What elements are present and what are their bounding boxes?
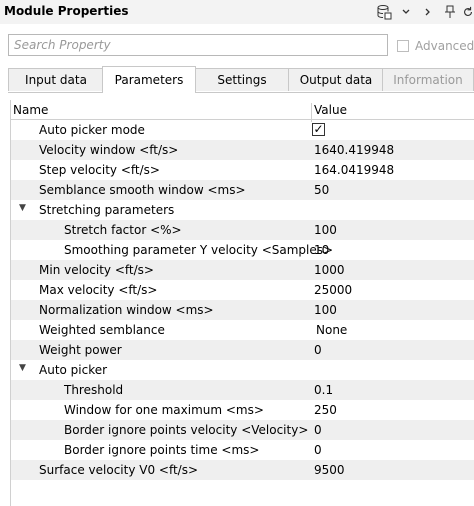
property-group-stretching-parameters[interactable]: ▼ Stretching parameters: [11, 200, 474, 220]
title-bar: Module Properties: [0, 0, 474, 24]
database-icon[interactable]: [374, 2, 394, 22]
property-value[interactable]: 25000: [314, 283, 352, 297]
property-name: Weighted semblance: [39, 323, 165, 337]
property-row[interactable]: Threshold 0.1: [11, 380, 474, 400]
property-row[interactable]: Smoothing parameter Y velocity <Samples>…: [11, 240, 474, 260]
property-row[interactable]: Border ignore points time <ms> 0: [11, 440, 474, 460]
property-row[interactable]: Weighted semblance None: [11, 320, 474, 340]
search-input[interactable]: [9, 35, 387, 55]
property-grid: Name Value Auto picker mode ✓ Velocity w…: [10, 100, 474, 506]
chevron-right-icon[interactable]: [418, 2, 438, 22]
property-value[interactable]: 0: [314, 343, 322, 357]
property-row[interactable]: Surface velocity V0 <ft/s> 9500: [11, 460, 474, 480]
property-name: Smoothing parameter Y velocity <Samples>: [64, 243, 334, 257]
chevron-down-icon[interactable]: [396, 2, 416, 22]
property-value[interactable]: 0: [314, 443, 322, 457]
title-toolbar: [372, 2, 474, 22]
tab-information: Information: [382, 68, 474, 91]
property-name: Semblance smooth window <ms>: [39, 183, 246, 197]
advanced-label: Advanced: [415, 39, 474, 53]
property-row-auto-picker-mode[interactable]: Auto picker mode ✓: [11, 120, 474, 140]
auto-picker-mode-checkbox[interactable]: ✓: [312, 123, 325, 136]
property-row[interactable]: Velocity window <ft/s> 1640.419948: [11, 140, 474, 160]
property-row[interactable]: Border ignore points velocity <Velocity>…: [11, 420, 474, 440]
property-name: Threshold: [64, 383, 124, 397]
property-row[interactable]: Window for one maximum <ms> 250: [11, 400, 474, 420]
property-name: Border ignore points time <ms>: [64, 443, 260, 457]
tab-settings[interactable]: Settings: [194, 68, 290, 91]
property-value[interactable]: 0: [314, 423, 322, 437]
property-name: Step velocity <ft/s>: [39, 163, 160, 177]
property-name: Weight power: [39, 343, 122, 357]
property-value[interactable]: 50: [314, 183, 329, 197]
advanced-checkbox[interactable]: [397, 40, 409, 52]
property-value[interactable]: 164.0419948: [314, 163, 394, 177]
property-value[interactable]: 1640.419948: [314, 143, 394, 157]
group-name: Stretching parameters: [39, 203, 175, 217]
property-row[interactable]: Stretch factor <%> 100: [11, 220, 474, 240]
property-row[interactable]: Normalization window <ms> 100: [11, 300, 474, 320]
property-name: Max velocity <ft/s>: [39, 283, 158, 297]
property-value[interactable]: 1000: [314, 263, 345, 277]
tab-bar: Input data Parameters Settings Output da…: [8, 66, 474, 93]
tab-output-data[interactable]: Output data: [288, 68, 384, 91]
group-name: Auto picker: [39, 363, 108, 377]
advanced-toggle[interactable]: Advanced: [397, 39, 474, 53]
value-column-header[interactable]: Value: [314, 103, 347, 117]
property-value[interactable]: 0.1: [314, 383, 333, 397]
property-value[interactable]: 9500: [314, 463, 345, 477]
window-title: Module Properties: [4, 4, 129, 18]
property-name: Normalization window <ms>: [39, 303, 214, 317]
property-row[interactable]: Semblance smooth window <ms> 50: [11, 180, 474, 200]
weighted-semblance-select[interactable]: None: [316, 323, 347, 337]
property-name: Min velocity <ft/s>: [39, 263, 154, 277]
property-name: Window for one maximum <ms>: [64, 403, 264, 417]
property-name: Velocity window <ft/s>: [39, 143, 179, 157]
refresh-icon[interactable]: [462, 2, 474, 22]
property-group-auto-picker[interactable]: ▼ Auto picker: [11, 360, 474, 380]
property-name: Surface velocity V0 <ft/s>: [39, 463, 199, 477]
property-value[interactable]: 10: [314, 243, 329, 257]
property-name: Border ignore points velocity <Velocity>: [64, 423, 309, 437]
property-row[interactable]: Min velocity <ft/s> 1000: [11, 260, 474, 280]
property-value[interactable]: 100: [314, 223, 337, 237]
pin-icon[interactable]: [440, 2, 460, 22]
grid-header: Name Value: [11, 100, 474, 122]
property-row[interactable]: Step velocity <ft/s> 164.0419948: [11, 160, 474, 180]
tab-input-data[interactable]: Input data: [8, 68, 104, 91]
collapse-arrow-icon[interactable]: ▼: [19, 363, 26, 373]
property-row[interactable]: Weight power 0: [11, 340, 474, 360]
search-row: Advanced: [0, 30, 474, 60]
search-box[interactable]: [8, 34, 388, 56]
property-value[interactable]: 250: [314, 403, 337, 417]
property-row[interactable]: Max velocity <ft/s> 25000: [11, 280, 474, 300]
property-value[interactable]: 100: [314, 303, 337, 317]
collapse-arrow-icon[interactable]: ▼: [19, 203, 26, 213]
property-name: Stretch factor <%>: [64, 223, 182, 237]
tab-parameters[interactable]: Parameters: [102, 66, 196, 93]
property-name: Auto picker mode: [39, 123, 145, 137]
name-column-header[interactable]: Name: [13, 103, 48, 117]
